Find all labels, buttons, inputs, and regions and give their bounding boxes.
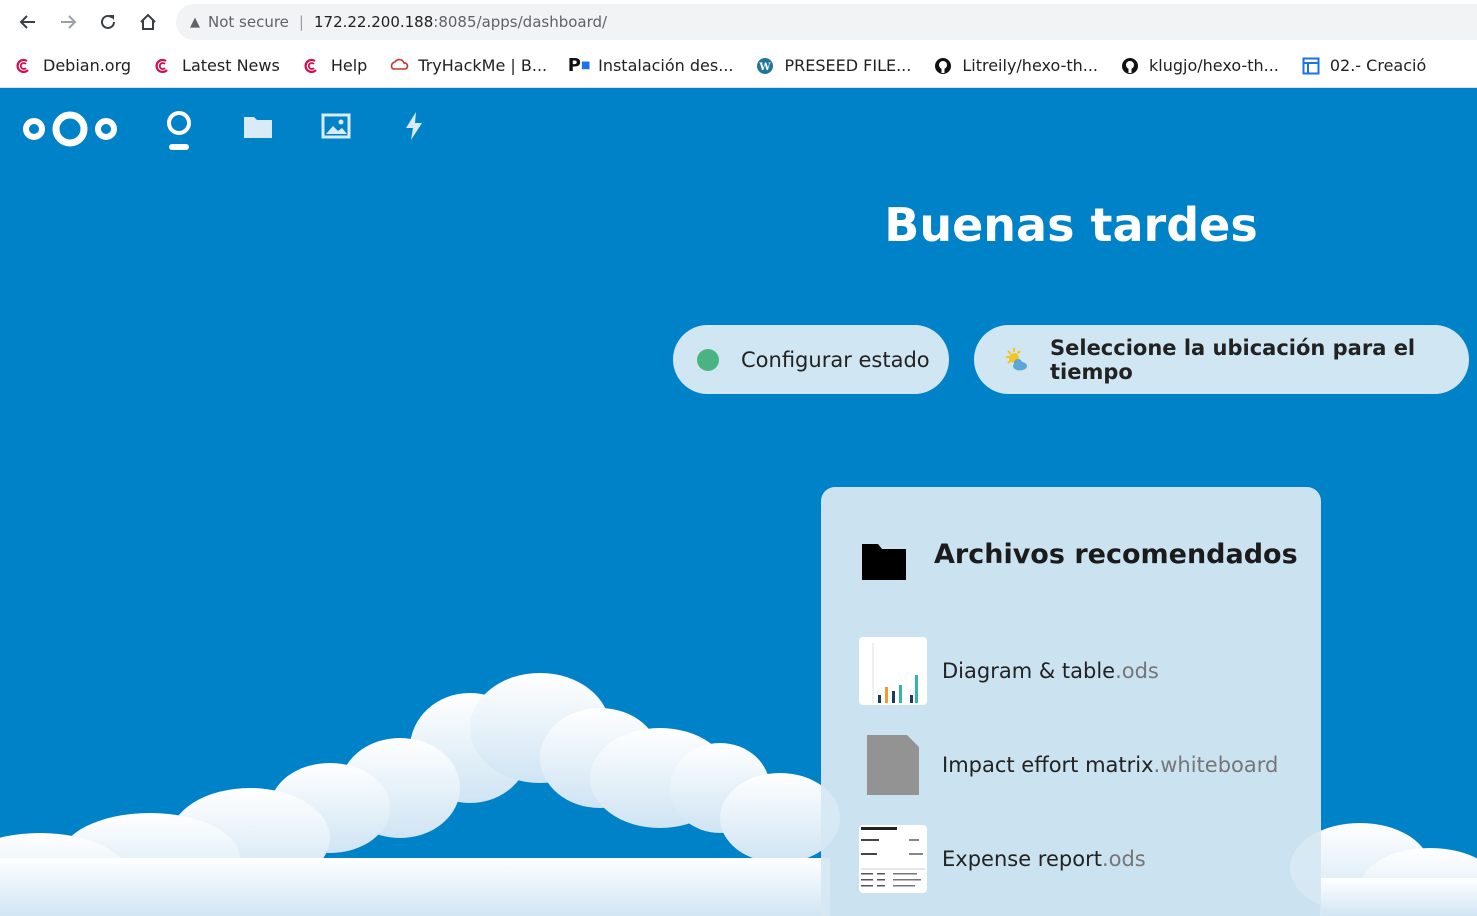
url-path: :8085/apps/dashboard/ [433,13,608,31]
bookmark-label: TryHackMe | B... [418,56,548,75]
bookmark-instalacion[interactable]: P ■ Instalación des... [567,55,734,76]
bookmarks-bar: Debian.org Latest News Help TryHackMe | … [0,44,1477,88]
file-name: Impact effort matrix.whiteboard [942,753,1278,777]
recommended-file-item[interactable]: Expense report.ods [859,825,1309,893]
bookmark-tryhackme[interactable]: TryHackMe | B... [389,56,547,76]
bookmark-help[interactable]: Help [302,56,367,76]
bookmark-preseed[interactable]: W PRESEED FILE... [755,56,911,76]
file-name: Expense report.ods [942,847,1146,871]
recommended-file-item[interactable]: Impact effort matrix.whiteboard [859,731,1309,799]
bookmark-label: Litreily/hexo-th... [962,56,1099,75]
greeting-title: Buenas tardes [884,198,1258,252]
wordpress-icon: W [755,56,775,76]
weather-sun-cloud-icon [1002,346,1030,374]
recommended-file-item[interactable]: Diagram & table.ods [859,637,1309,705]
file-extension: .ods [1101,847,1146,871]
file-basename: Diagram & table [942,659,1116,683]
status-online-icon [697,348,719,371]
bookmark-label: Latest News [182,56,280,75]
activity-app-icon[interactable] [398,108,430,144]
bookmark-label: Help [330,56,368,75]
photos-app-icon[interactable] [320,108,352,144]
page-icon [1301,56,1321,76]
spreadsheet-report-thumbnail [859,825,927,893]
weather-button[interactable]: Seleccione la ubicación para el tiempo [974,325,1469,394]
nextcloud-header [0,88,1477,168]
recommended-files-widget: Archivos recomendados Diagram & table.od… [821,487,1321,916]
debian-icon [153,56,173,76]
omnibox-separator: | [298,13,304,31]
nextcloud-dashboard: Buenas tardes Configurar estado Seleccio… [0,88,1477,916]
github-icon [933,56,953,76]
bookmark-label: klugjo/hexo-th... [1149,56,1279,75]
bookmark-label: 02.- Creació [1329,56,1427,75]
debian-icon [14,56,34,76]
home-icon[interactable] [136,10,160,34]
file-basename: Expense report [942,847,1102,871]
status-button-label: Configurar estado [741,347,930,372]
file-name: Diagram & table.ods [942,659,1159,683]
bookmark-label: PRESEED FILE... [784,56,912,75]
tryhackme-icon [389,56,409,76]
bookmark-klugjo[interactable]: klugjo/hexo-th... [1120,56,1279,76]
reload-icon[interactable] [96,10,120,34]
file-extension: .whiteboard [1153,753,1279,777]
file-extension: .ods [1115,659,1159,683]
p-icon: P ■ [567,55,591,76]
bookmark-debian[interactable]: Debian.org [14,56,131,76]
url-host: 172.22.200.188 [313,13,434,31]
debian-icon [302,56,322,76]
generic-file-icon [859,731,927,799]
files-app-icon[interactable] [242,108,274,144]
browser-toolbar: ▲ Not secure | 172.22.200.188:8085/apps/… [0,0,1477,44]
folder-icon [861,543,907,585]
status-button[interactable]: Configurar estado [673,325,949,394]
bookmark-latest-news[interactable]: Latest News [153,56,280,76]
nextcloud-logo[interactable] [22,110,118,150]
back-icon[interactable] [16,10,40,34]
spreadsheet-chart-thumbnail [859,637,927,705]
dashboard-app-icon[interactable] [163,108,195,150]
bookmark-label: Instalación des... [598,56,734,75]
security-label: Not secure [208,13,289,31]
warning-icon: ▲ [190,14,200,30]
bookmark-litreily[interactable]: Litreily/hexo-th... [933,56,1098,76]
svg-text:W: W [759,62,772,73]
weather-button-label: Seleccione la ubicación para el tiempo [1050,335,1416,384]
widget-title: Archivos recomendados [934,539,1298,570]
bookmark-creacion[interactable]: 02.- Creació [1301,56,1426,76]
forward-icon[interactable] [56,10,80,34]
file-basename: Impact effort matrix [942,753,1154,777]
bookmark-label: Debian.org [43,56,132,75]
address-bar[interactable]: ▲ Not secure | 172.22.200.188:8085/apps/… [176,4,1477,40]
github-icon [1120,56,1140,76]
